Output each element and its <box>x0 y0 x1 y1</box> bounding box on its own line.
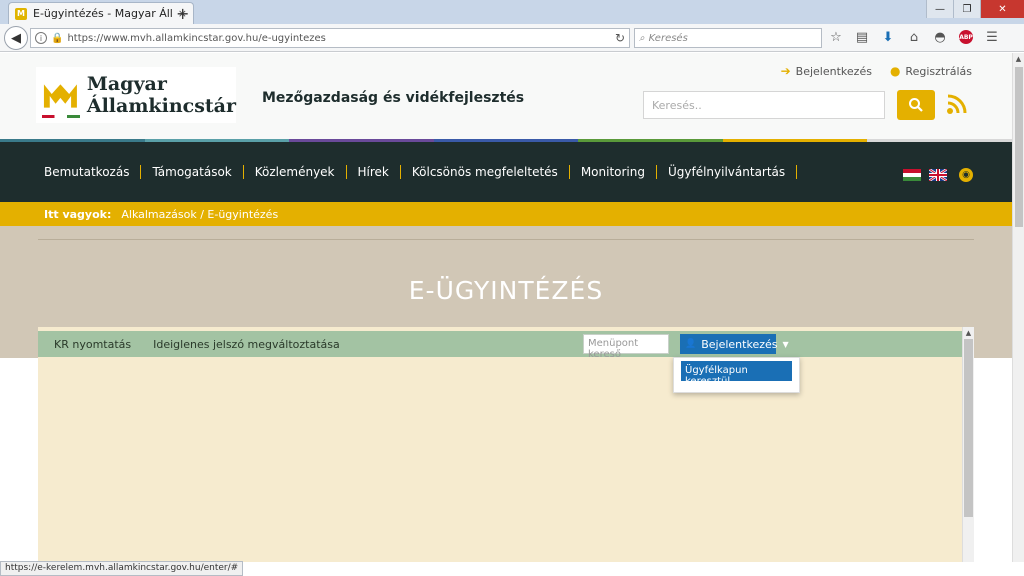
page-scrollbar-thumb[interactable] <box>1015 67 1023 227</box>
login-link[interactable]: ➔ Bejelentkezés <box>781 64 872 78</box>
app-scrollbar[interactable]: ▲ <box>962 327 974 562</box>
breadcrumb-lead: Itt vagyok: <box>44 207 112 221</box>
browser-tab[interactable]: M E-ügyintézés - Magyar Álla... × <box>8 2 194 24</box>
browser-search-placeholder: Keresés <box>648 32 688 44</box>
url-bar[interactable]: i 🔒 https://www.mvh.allamkincstar.gov.hu… <box>30 28 630 48</box>
breadcrumb-path[interactable]: Alkalmazások / E-ügyintézés <box>121 208 278 221</box>
back-button[interactable]: ◀ <box>4 26 28 50</box>
app-scrollbar-thumb[interactable] <box>964 339 973 517</box>
back-arrow-icon: ◀ <box>11 30 21 46</box>
site-search-button[interactable] <box>897 90 935 120</box>
url-text[interactable]: https://www.mvh.allamkincstar.gov.hu/e-u… <box>67 33 610 44</box>
logo-text-line1: Magyar <box>86 73 167 95</box>
browser-search-input[interactable]: ⌕ Keresés <box>634 28 822 48</box>
breadcrumb: Itt vagyok: Alkalmazások / E-ügyintézés <box>0 202 1012 226</box>
reload-icon[interactable]: ↻ <box>615 31 625 45</box>
register-link-label: Regisztrálás <box>905 64 972 78</box>
lock-icon[interactable]: 🔒 <box>51 33 63 44</box>
login-dropdown: Ügyfélkapun keresztül <box>673 357 800 393</box>
site-logo[interactable]: Magyar Államkincstár <box>36 67 236 123</box>
nav-item-kolcsonos-megfeleltetes[interactable]: Kölcsönös megfeleltetés <box>401 165 570 179</box>
accessibility-icon[interactable]: ◉ <box>959 168 973 182</box>
site-search-input[interactable]: Keresés.. <box>643 91 885 119</box>
nav-item-bemutatkozas[interactable]: Bemutatkozás <box>33 165 142 179</box>
hungarian-flag-icon[interactable] <box>903 169 921 181</box>
hero-divider <box>38 239 974 240</box>
nav-item-ugyfelnyilvantartas[interactable]: Ügyfélnyilvántartás <box>657 165 798 179</box>
kr-print-link[interactable]: KR nyomtatás <box>54 338 131 351</box>
status-bar: https://e-kerelem.mvh.allamkincstar.gov.… <box>0 561 244 576</box>
search-icon <box>909 98 923 112</box>
minimize-button[interactable]: — <box>926 0 953 18</box>
login-button-label: Bejelentkezés <box>701 337 778 351</box>
home-icon[interactable]: ⌂ <box>906 29 922 45</box>
nav-item-tamogatasok[interactable]: Támogatások <box>141 165 244 179</box>
page-scrollbar[interactable]: ▲ <box>1012 53 1024 562</box>
login-link-label: Bejelentkezés <box>795 64 872 78</box>
nav-item-hirek[interactable]: Hírek <box>347 165 401 179</box>
app-panel: KR nyomtatás Ideiglenes jelszó megváltoz… <box>38 327 972 562</box>
bookmarks-list-icon[interactable]: ▤ <box>854 29 870 45</box>
page-title: E-ÜGYINTÉZÉS <box>408 276 604 305</box>
close-window-button[interactable]: ✕ <box>980 0 1024 18</box>
rss-icon[interactable] <box>946 93 968 115</box>
site-header: Magyar Államkincstár Mezőgazdaság és vid… <box>0 53 1012 139</box>
pocket-icon[interactable]: ◓ <box>932 29 948 45</box>
browser-tab-bar: M E-ügyintézés - Magyar Álla... × + — ❐ … <box>0 0 1024 24</box>
temp-password-link[interactable]: Ideiglenes jelszó megváltoztatása <box>153 338 340 351</box>
menu-search-input[interactable]: Menüpont kereső <box>583 334 669 360</box>
logo-crown-icon <box>43 84 77 108</box>
info-icon[interactable]: i <box>35 32 47 44</box>
login-button[interactable]: 👤 Bejelentkezés ▼ <box>680 334 789 354</box>
new-tab-button[interactable]: + <box>176 4 189 23</box>
english-flag-icon[interactable] <box>929 169 947 181</box>
top-links: ➔ Bejelentkezés ● Regisztrálás <box>781 64 972 78</box>
user-icon: ● <box>889 64 901 78</box>
app-toolbar: KR nyomtatás Ideiglenes jelszó megváltoz… <box>38 331 972 360</box>
window-controls: — ❐ ✕ <box>926 0 1024 18</box>
favicon-icon: M <box>15 7 27 20</box>
logo-text-line2: Államkincstár <box>86 95 236 117</box>
page-scroll-up-icon[interactable]: ▲ <box>1013 54 1024 64</box>
caret-down-icon: ▼ <box>782 339 789 349</box>
nav-item-kozlemenyek[interactable]: Közlemények <box>244 165 347 179</box>
nav-item-monitoring[interactable]: Monitoring <box>570 165 657 179</box>
bookmark-star-icon[interactable]: ☆ <box>828 29 844 45</box>
maximize-button[interactable]: ❐ <box>953 0 980 18</box>
client-gate-login-item[interactable]: Ügyfélkapun keresztül <box>681 361 792 387</box>
tab-title: E-ügyintézés - Magyar Álla... <box>33 7 172 20</box>
register-link[interactable]: ● Regisztrálás <box>890 64 972 78</box>
main-nav: Bemutatkozás Támogatások Közlemények Hír… <box>0 142 1012 202</box>
logo-flag-stripe <box>42 115 80 118</box>
browser-navbar: ◀ i 🔒 https://www.mvh.allamkincstar.gov.… <box>0 24 1024 52</box>
menu-icon[interactable]: ☰ <box>984 29 1000 45</box>
language-switcher: ◉ <box>903 168 973 182</box>
login-icon: ➔ <box>780 64 791 78</box>
browser-toolbar: ☆ ▤ ⬇ ⌂ ◓ ABP ☰ <box>828 29 1000 45</box>
download-icon[interactable]: ⬇ <box>880 29 896 45</box>
adblock-icon[interactable]: ABP <box>958 29 974 45</box>
web-page: Magyar Államkincstár Mezőgazdaság és vid… <box>0 53 1012 562</box>
search-icon: ⌕ <box>639 32 645 44</box>
scroll-up-icon[interactable]: ▲ <box>963 328 974 338</box>
user-icon: 👤 <box>685 339 697 349</box>
site-title: Mezőgazdaság és vidékfejlesztés <box>262 90 525 106</box>
